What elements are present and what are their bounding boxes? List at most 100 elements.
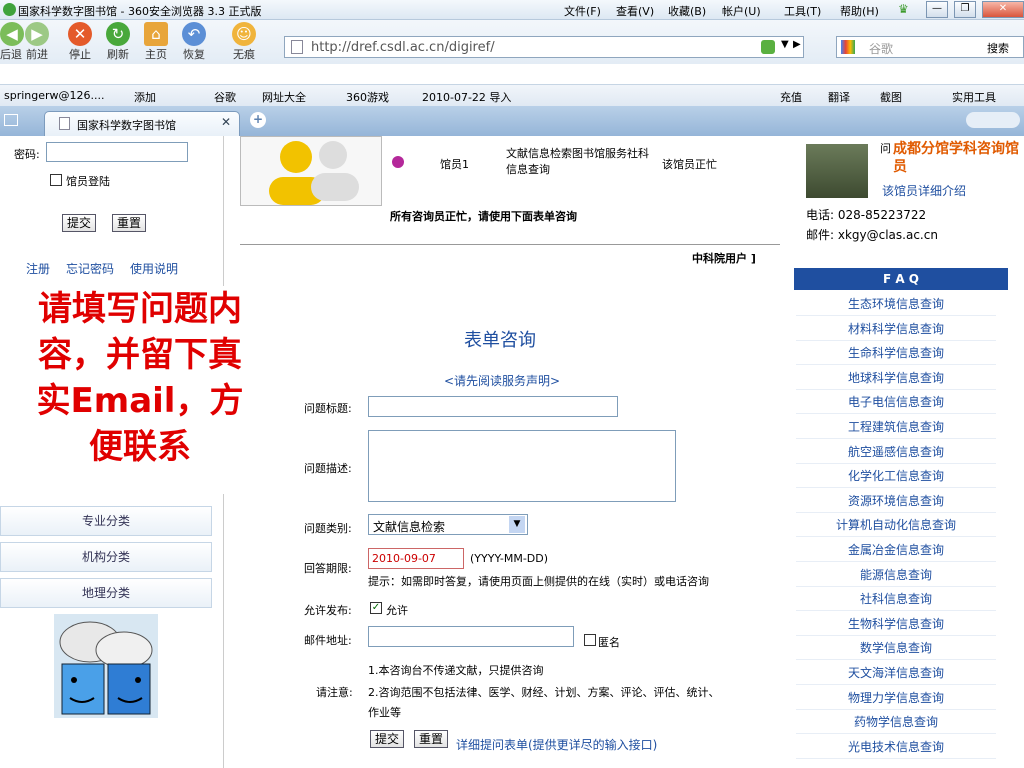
note-label: 请注意: — [316, 686, 353, 699]
go-icon[interactable]: ▶ — [793, 39, 801, 50]
menu-help[interactable]: 帮助(H) — [840, 3, 879, 19]
librarian-login-label: 馆员登陆 — [66, 175, 110, 188]
incognito-button[interactable]: ☺ 无痕 — [226, 22, 262, 62]
fav-google[interactable]: 谷歌 — [214, 89, 236, 105]
anonymous-label: 匿名 — [598, 636, 620, 649]
forward-button[interactable]: ▶ 前进 — [22, 22, 52, 62]
stop-icon: ✕ — [68, 22, 92, 46]
fav-hao123[interactable]: 网址大全 — [262, 89, 306, 105]
faq-item[interactable]: 资源环境信息查询 — [796, 488, 996, 513]
new-tab-icon[interactable]: + — [250, 112, 266, 128]
librarian-status: 该馆员正忙 — [662, 158, 717, 171]
login-reset-button[interactable]: 重置 — [112, 214, 147, 232]
browser-logo-icon — [3, 3, 16, 16]
question-desc-textarea[interactable] — [368, 430, 676, 502]
minimize-button[interactable]: — — [926, 1, 948, 18]
forgot-password-link[interactable]: 忘记密码 — [66, 260, 114, 277]
faq-item[interactable]: 生态环境信息查询 — [796, 292, 996, 316]
faq-item[interactable]: 生物科学信息查询 — [796, 611, 996, 636]
form-submit-button[interactable]: 提交 — [370, 730, 405, 748]
overlay-line-4: 便联系 — [89, 427, 191, 467]
address-bar[interactable]: http://dref.csdl.ac.cn/digiref/ ▼ ▶ — [284, 36, 804, 58]
chevron-down-icon: ▼ — [509, 516, 525, 533]
register-link[interactable]: 注册 — [26, 260, 50, 277]
email-field[interactable] — [368, 626, 574, 647]
service-statement-link[interactable]: <请先阅读服务声明> — [444, 372, 560, 389]
librarian-service: 文献信息检索图书馆服务社科信息查询 — [506, 147, 649, 176]
fav-account[interactable]: springerw@126.... — [4, 89, 105, 102]
question-desc-label: 问题描述: — [304, 462, 352, 475]
menu-file[interactable]: 文件(F) — [564, 3, 601, 19]
category-institution[interactable]: 机构分类 — [0, 542, 212, 572]
question-title-input[interactable] — [368, 396, 618, 417]
faq-item[interactable]: 数学信息查询 — [796, 636, 996, 661]
faq-item[interactable]: 生命科学信息查询 — [796, 341, 996, 366]
refresh-button[interactable]: ↻ 刷新 — [100, 22, 136, 62]
email-label: 邮件地址: — [304, 634, 352, 647]
tab-scroll-icon[interactable] — [966, 112, 1020, 128]
librarian-login-checkbox[interactable] — [50, 174, 62, 186]
search-box[interactable]: 谷歌 搜索 — [836, 36, 1024, 58]
tab-page-icon — [59, 117, 70, 130]
fav-tools[interactable]: 实用工具 — [952, 89, 996, 105]
faq-item[interactable]: 地球科学信息查询 — [796, 365, 996, 390]
fav-360games[interactable]: 360游戏 — [346, 89, 389, 105]
faq-item[interactable]: 材料科学信息查询 — [796, 316, 996, 341]
faq-item[interactable]: 药物学信息查询 — [796, 710, 996, 735]
menu-view[interactable]: 查看(V) — [616, 3, 654, 19]
faq-item[interactable]: 物理力学信息查询 — [796, 685, 996, 710]
stop-button[interactable]: ✕ 停止 — [62, 22, 98, 62]
faq-item[interactable]: 电子电信信息查询 — [796, 390, 996, 415]
faq-item[interactable]: 光电技术信息查询 — [796, 734, 996, 759]
branch-phone: 电话: 028-85223722 — [806, 208, 927, 222]
fav-import[interactable]: 2010-07-22 导入 — [422, 89, 511, 105]
deadline-input[interactable]: 2010-09-07 — [368, 548, 464, 569]
login-submit-button[interactable]: 提交 — [62, 214, 97, 232]
question-category-select[interactable]: 文献信息检索 ▼ — [368, 514, 528, 535]
address-dropdown-icon[interactable]: ▼ — [781, 39, 789, 50]
branch-detail-link[interactable]: 该馆员详细介绍 — [882, 182, 966, 199]
google-icon — [841, 40, 855, 54]
fav-add[interactable]: 添加 — [134, 89, 156, 105]
librarian-avatar — [240, 136, 382, 206]
fav-screenshot[interactable]: 截图 — [880, 89, 902, 105]
back-button[interactable]: ◀ 后退 — [0, 22, 24, 62]
menu-favorites[interactable]: 收藏(B) — [668, 3, 706, 19]
form-reset-button[interactable]: 重置 — [414, 730, 449, 748]
faq-header: F A Q — [794, 268, 1008, 290]
fav-translate[interactable]: 翻译 — [828, 89, 850, 105]
publish-checkbox[interactable]: ✓ — [370, 602, 382, 614]
form-title: 表单咨询 — [464, 330, 536, 351]
faq-item[interactable]: 天文海洋信息查询 — [796, 661, 996, 685]
maximize-button[interactable]: ❐ — [954, 1, 976, 18]
skin-icon[interactable]: ♛ — [898, 2, 909, 16]
faq-item[interactable]: 社科信息查询 — [796, 587, 996, 612]
password-input[interactable] — [46, 142, 188, 162]
close-window-button[interactable]: ✕ — [982, 1, 1024, 18]
tab-list-icon[interactable] — [4, 114, 18, 126]
faq-item[interactable]: 金属冶金信息查询 — [796, 538, 996, 562]
branch-name[interactable]: 成都分馆学科咨询馆员 — [893, 140, 1021, 176]
tab-active[interactable]: 国家科学数字图书馆 ✕ — [44, 111, 240, 136]
faq-item[interactable]: 计算机自动化信息查询 — [796, 513, 996, 538]
category-geography[interactable]: 地理分类 — [0, 578, 212, 608]
faq-item[interactable]: 能源信息查询 — [796, 562, 996, 587]
fav-recharge[interactable]: 充值 — [780, 89, 802, 105]
user-type: 中科院用户 ] — [692, 252, 756, 265]
menu-account[interactable]: 帐户(U) — [722, 3, 761, 19]
category-major[interactable]: 专业分类 — [0, 506, 212, 536]
tab-close-icon[interactable]: ✕ — [221, 115, 231, 129]
anonymous-checkbox[interactable] — [584, 634, 596, 646]
back-arrow-icon: ◀ — [0, 22, 24, 46]
help-link[interactable]: 使用说明 — [130, 260, 178, 277]
deadline-hint: 提示：如需即时答复，请使用页面上侧提供的在线（实时）或电话咨询 — [368, 575, 709, 588]
menu-tools[interactable]: 工具(T) — [784, 3, 821, 19]
detailed-form-link[interactable]: 详细提问表单(提供更详尽的输入接口) — [456, 736, 657, 753]
restore-button[interactable]: ↶ 恢复 — [176, 22, 212, 62]
faq-item[interactable]: 航空遥感信息查询 — [796, 439, 996, 464]
home-button[interactable]: ⌂ 主页 — [138, 22, 174, 62]
search-input[interactable]: 谷歌 — [869, 40, 893, 57]
faq-item[interactable]: 化学化工信息查询 — [796, 464, 996, 489]
search-button[interactable]: 搜索 — [987, 40, 1009, 56]
faq-item[interactable]: 工程建筑信息查询 — [796, 415, 996, 439]
